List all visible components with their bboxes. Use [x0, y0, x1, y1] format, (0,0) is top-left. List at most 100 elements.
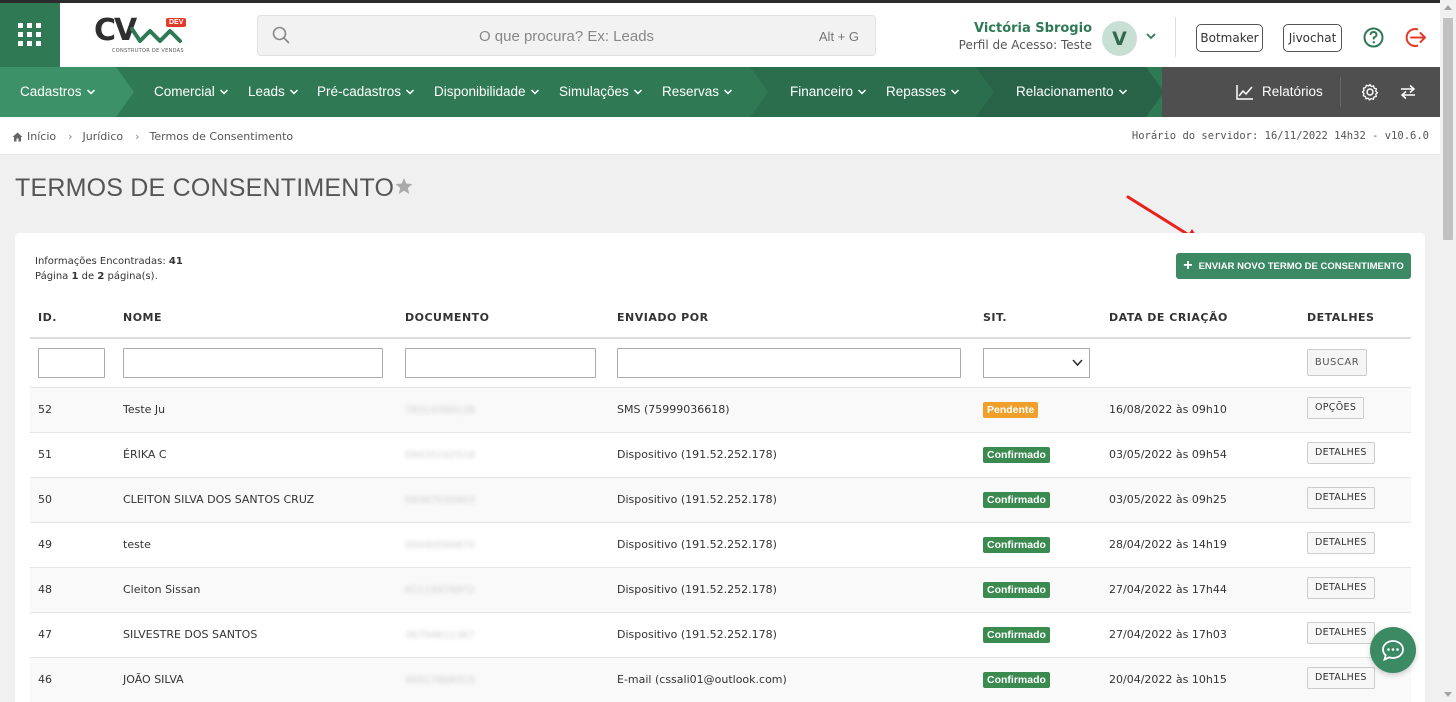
filter-nome-input[interactable]	[123, 347, 383, 378]
scroll-down-icon[interactable]	[1444, 692, 1452, 697]
table-row: 52 Teste Ju 78314389128 SMS (75999036618) Pe…	[30, 387, 1411, 433]
scroll-thumb[interactable]	[1443, 18, 1453, 240]
logout-icon[interactable]	[1404, 26, 1427, 49]
nav-simulacoes[interactable]: Simulações	[559, 67, 643, 117]
server-time: Horário do servidor: 16/11/2022 14h32 - …	[1131, 130, 1429, 142]
gear-icon[interactable]	[1361, 83, 1379, 101]
cell-situacao: Confirmado	[975, 567, 1101, 613]
breadcrumb-separator: ›	[68, 130, 73, 143]
cell-nome: Cleiton Sissan	[115, 567, 397, 613]
send-new-consent-button[interactable]: + ENVIAR NOVO TERMO DE CONSENTIMENTO	[1176, 253, 1411, 279]
col-header-situacao[interactable]: SIT.	[975, 298, 1101, 339]
header-divider	[1175, 17, 1176, 57]
col-header-data[interactable]: DATA DE CRIAÇÃO	[1101, 298, 1299, 339]
scroll-up-icon[interactable]	[1444, 5, 1452, 10]
nav-divider	[1340, 77, 1341, 107]
search-placeholder: O que procura? Ex: Leads	[478, 28, 655, 45]
user-role: Perfil de Acesso: Teste	[958, 38, 1092, 52]
cell-data: 27/04/2022 às 17h03	[1101, 612, 1299, 658]
avatar[interactable]: V	[1102, 21, 1137, 56]
cell-situacao: Confirmado	[975, 432, 1101, 478]
options-button[interactable]: OPÇÕES	[1307, 396, 1365, 419]
details-button[interactable]: DETALHES	[1307, 576, 1375, 599]
search-button[interactable]: BUSCAR	[1307, 349, 1367, 377]
cell-id: 52	[30, 387, 115, 433]
filter-situacao-select[interactable]	[983, 347, 1090, 378]
user-info[interactable]: Victória Sbrogio Perfil de Acesso: Teste	[950, 21, 1092, 52]
cell-data: 27/04/2022 às 17h44	[1101, 567, 1299, 613]
cell-acao: DETALHES	[1299, 477, 1411, 523]
details-button[interactable]: DETALHES	[1307, 621, 1375, 644]
cell-enviado-por: Dispositivo (191.52.252.178)	[609, 522, 975, 568]
cell-situacao: Confirmado	[975, 477, 1101, 523]
filter-id-input[interactable]	[38, 347, 105, 378]
filter-enviado-input[interactable]	[617, 347, 961, 378]
cell-nome: JOÃO SILVA	[115, 657, 397, 702]
chevron-down-icon	[86, 89, 95, 95]
documento-blurred: 81119476872	[405, 585, 475, 596]
filter-row: BUSCAR	[30, 338, 1411, 388]
table-row: 46 JOÃO SILVA 46917868315 E-mail (cssali01@…	[30, 657, 1411, 702]
breadcrumb-inicio[interactable]: Início	[27, 130, 56, 143]
cell-id: 46	[30, 657, 115, 702]
col-header-nome[interactable]: NOME	[115, 298, 397, 339]
search-bar[interactable]: O que procura? Ex: Leads Alt + G	[257, 15, 876, 56]
nav-comercial[interactable]: Comercial	[154, 67, 229, 117]
main-nav: Cadastros Comercial Leads Pré-cadastros …	[0, 67, 1440, 117]
table-row: 51 ÉRIKA C 09435162518 Dispositivo (191.52.…	[30, 432, 1411, 478]
details-button[interactable]: DETALHES	[1307, 666, 1375, 689]
cell-enviado-por: Dispositivo (191.52.252.178)	[609, 612, 975, 658]
cell-acao: OPÇÕES	[1299, 387, 1411, 433]
jivochat-button[interactable]: Jivochat	[1283, 24, 1342, 52]
chevron-down-icon	[219, 89, 228, 95]
apps-menu-button[interactable]	[0, 3, 60, 67]
swap-icon[interactable]	[1399, 84, 1417, 100]
nav-reservas[interactable]: Reservas	[662, 67, 733, 117]
breadcrumb-termos: Termos de Consentimento	[149, 130, 294, 143]
cell-acao: DETALHES	[1299, 522, 1411, 568]
chevron-down-icon	[951, 89, 960, 95]
cell-id: 51	[30, 432, 115, 478]
nav-relatorios[interactable]: Relatórios	[1236, 67, 1323, 117]
cell-nome: ÉRIKA C	[115, 432, 397, 478]
botmaker-button[interactable]: Botmaker	[1196, 24, 1263, 52]
documento-blurred: 09367030903	[405, 495, 475, 506]
documento-blurred: 00440566870	[405, 540, 475, 551]
logo-wave-icon	[130, 27, 182, 43]
breadcrumb-juridico[interactable]: Jurídico	[83, 130, 124, 143]
cell-nome: teste	[115, 522, 397, 568]
breadcrumb: Início › Jurídico › Termos de Consentime…	[0, 117, 1440, 155]
col-header-enviado-por[interactable]: ENVIADO POR	[609, 298, 975, 339]
details-button[interactable]: DETALHES	[1307, 441, 1375, 464]
help-icon[interactable]	[1363, 27, 1384, 48]
cell-nome: Teste Ju	[115, 387, 397, 433]
col-header-id[interactable]: ID.	[30, 298, 115, 339]
nav-repasses[interactable]: Repasses	[886, 67, 960, 117]
status-badge: Confirmado	[983, 626, 1050, 643]
documento-blurred: 78314389128	[405, 405, 475, 416]
star-icon[interactable]	[395, 177, 413, 195]
nav-cadastros[interactable]: Cadastros	[20, 67, 96, 117]
details-button[interactable]: DETALHES	[1307, 531, 1375, 554]
cell-enviado-por: Dispositivo (191.52.252.178)	[609, 477, 975, 523]
filter-documento-input[interactable]	[405, 347, 596, 378]
nav-financeiro[interactable]: Financeiro	[790, 67, 867, 117]
chat-button[interactable]	[1370, 627, 1416, 673]
nav-disponibilidade[interactable]: Disponibilidade	[434, 67, 540, 117]
cell-enviado-por: SMS (75999036618)	[609, 387, 975, 433]
status-badge: Confirmado	[983, 446, 1050, 463]
page-scrollbar[interactable]	[1440, 0, 1456, 702]
nav-relacionamento[interactable]: Relacionamento	[1016, 67, 1128, 117]
cell-data: 03/05/2022 às 09h54	[1101, 432, 1299, 478]
logo[interactable]: CV DEV CONSTRUTOR DE VENDAS	[92, 13, 188, 57]
col-header-documento[interactable]: DOCUMENTO	[397, 298, 609, 339]
home-icon	[12, 132, 23, 141]
nav-pre-cadastros[interactable]: Pré-cadastros	[317, 67, 415, 117]
documento-blurred: 36794611367	[405, 630, 475, 641]
details-button[interactable]: DETALHES	[1307, 486, 1375, 509]
nav-leads[interactable]: Leads	[248, 67, 299, 117]
cell-documento: 81119476872	[397, 567, 609, 613]
documento-blurred: 46917868315	[405, 675, 475, 686]
plus-icon: +	[1183, 257, 1193, 274]
chevron-down-icon[interactable]	[1145, 31, 1157, 41]
